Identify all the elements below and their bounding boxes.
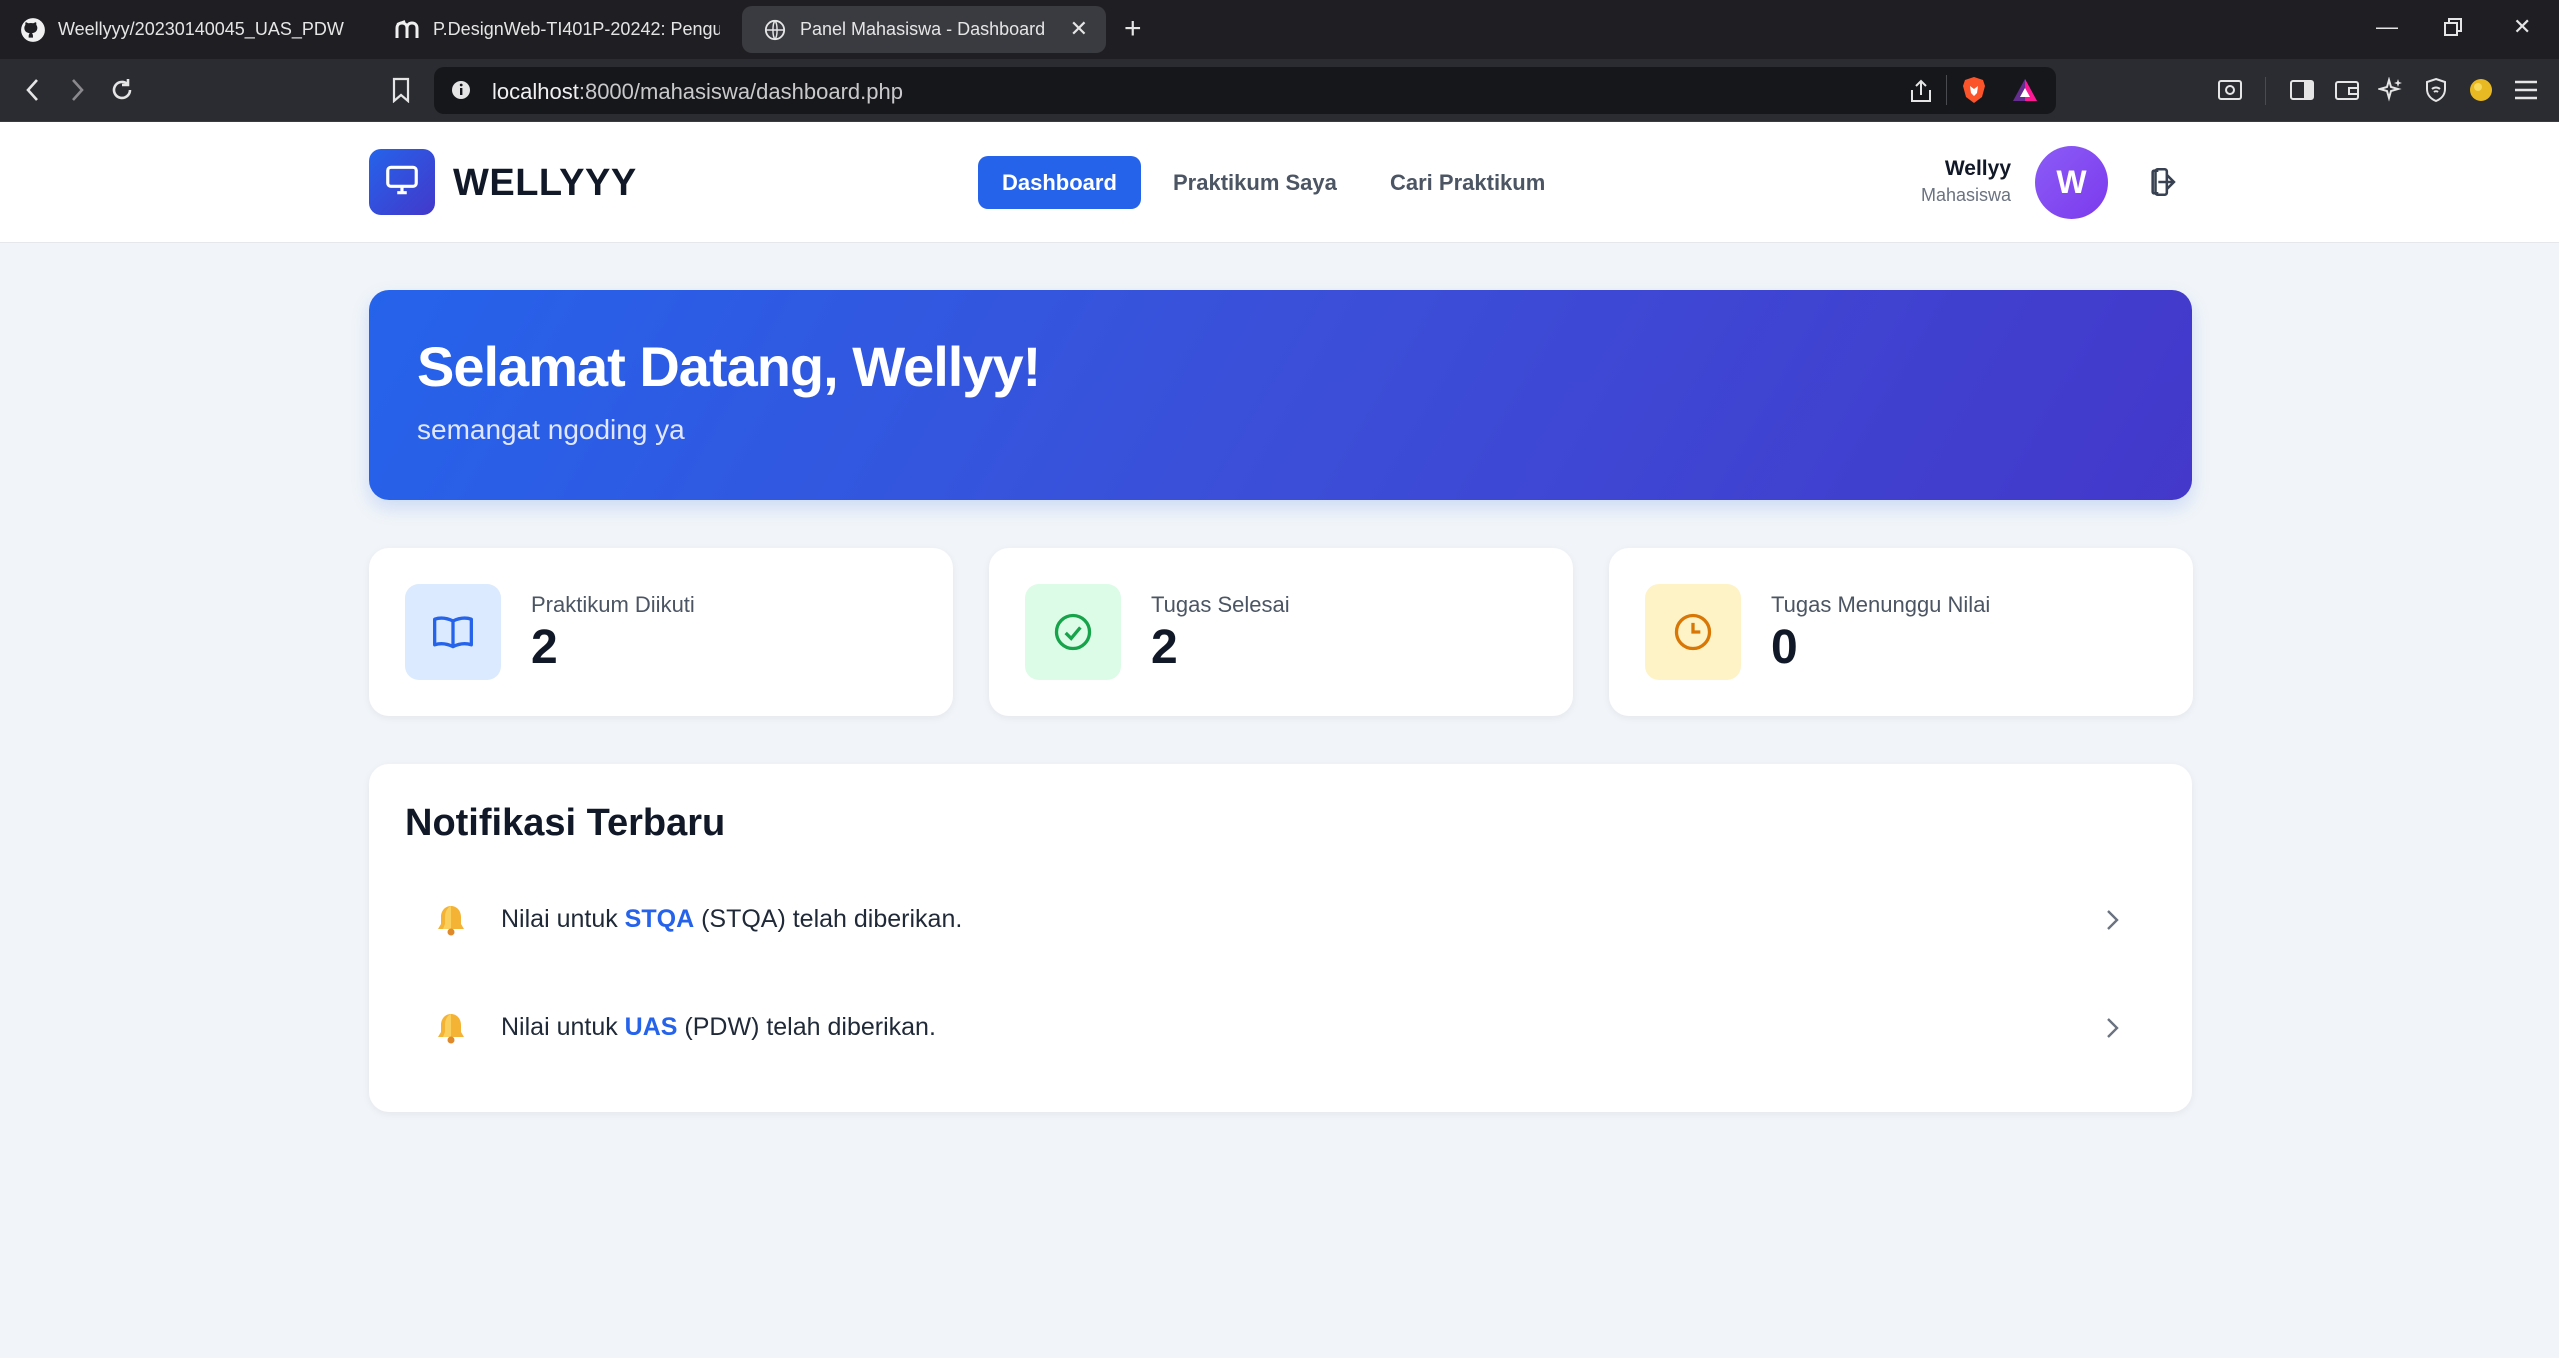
stat-card-tugas-selesai: Tugas Selesai 2 [989, 548, 1573, 716]
reader-mode-icon[interactable] [2215, 75, 2245, 105]
logout-button[interactable] [2144, 164, 2184, 204]
forward-icon[interactable] [60, 73, 94, 107]
browser-tab-github[interactable]: Weellyyy/20230140045_UAS_PDW [0, 6, 360, 53]
stat-card-praktikum-diikuti: Praktikum Diikuti 2 [369, 548, 953, 716]
tab-title: Panel Mahasiswa - Dashboard [800, 19, 1046, 39]
browser-tab-dashboard[interactable]: Panel Mahasiswa - Dashboard ✕ [742, 6, 1106, 53]
stat-value: 2 [1151, 621, 1178, 674]
welcome-banner: Selamat Datang, Wellyy! semangat ngoding… [369, 290, 2192, 500]
user-role: Mahasiswa [1920, 185, 2011, 205]
menu-icon[interactable] [2511, 75, 2541, 105]
sidebar-icon[interactable] [2287, 75, 2317, 105]
new-tab-button[interactable]: + [1124, 12, 1142, 46]
user-name: Wellyy [1944, 157, 2011, 180]
stat-card-tugas-menunggu-nilai: Tugas Menunggu Nilai 0 [1609, 548, 2193, 716]
minimize-icon[interactable]: — [2376, 14, 2398, 40]
brand-name[interactable]: WELLYYY [453, 162, 637, 205]
bell-icon [433, 1010, 469, 1046]
divider [1946, 75, 1947, 105]
stat-value: 0 [1771, 621, 1798, 674]
wallet-icon[interactable] [2332, 75, 2362, 105]
notifications-title: Notifikasi Terbaru [405, 802, 726, 844]
bell-icon [433, 902, 469, 938]
stat-label: Tugas Selesai [1151, 592, 1290, 617]
browser-tab-bar: Weellyyy/20230140045_UAS_PDW P.DesignWeb… [0, 0, 2559, 59]
logout-icon [2147, 165, 2181, 204]
stat-label: Praktikum Diikuti [531, 592, 695, 617]
notification-item[interactable]: Nilai untuk STQA (STQA) telah diberikan. [405, 874, 2156, 966]
clock-icon [1645, 584, 1741, 680]
site-header: WELLYYY Dashboard Praktikum Saya Cari Pr… [0, 122, 2559, 243]
back-icon[interactable] [16, 73, 50, 107]
monitor-icon [383, 161, 421, 204]
tab-title: P.DesignWeb-TI401P-20242: Pengum [433, 19, 720, 39]
globe-icon [762, 17, 788, 43]
notification-item[interactable]: Nilai untuk UAS (PDW) telah diberikan. [405, 982, 2156, 1074]
notification-text: Nilai untuk STQA (STQA) telah diberikan. [501, 905, 963, 933]
close-tab-icon[interactable]: ✕ [1070, 16, 1088, 42]
welcome-title: Selamat Datang, Wellyy! [417, 335, 1041, 398]
notification-text: Nilai untuk UAS (PDW) telah diberikan. [501, 1013, 936, 1041]
profile-icon[interactable] [2466, 75, 2496, 105]
avatar[interactable]: W [2035, 146, 2108, 219]
moodle-icon [395, 17, 421, 43]
restore-icon[interactable] [2444, 16, 2462, 42]
close-window-icon[interactable]: ✕ [2513, 14, 2531, 40]
welcome-subtitle: semangat ngoding ya [417, 414, 685, 445]
url-text: localhost:8000/mahasiswa/dashboard.php [492, 79, 903, 104]
share-icon[interactable] [1908, 78, 1934, 109]
browser-tab-moodle[interactable]: P.DesignWeb-TI401P-20242: Pengum [375, 6, 720, 53]
github-icon [20, 17, 46, 43]
chevron-right-icon[interactable] [2100, 1012, 2124, 1044]
stat-label: Tugas Menunggu Nilai [1771, 592, 1991, 617]
check-circle-icon [1025, 584, 1121, 680]
nav-praktikum-saya[interactable]: Praktikum Saya [1149, 156, 1361, 209]
site-info-icon[interactable] [450, 79, 472, 106]
reload-icon[interactable] [105, 73, 139, 107]
nav-dashboard[interactable]: Dashboard [978, 156, 1141, 209]
brave-shields-icon[interactable] [1961, 76, 1987, 109]
book-open-icon [405, 584, 501, 680]
notifications-panel: Notifikasi Terbaru Nilai untuk STQA (STQ… [369, 764, 2192, 1112]
browser-toolbar: localhost:8000/mahasiswa/dashboard.php [0, 59, 2559, 122]
leo-ai-icon[interactable] [2376, 75, 2406, 105]
divider [2265, 77, 2266, 105]
tab-title: Weellyyy/20230140045_UAS_PDW [58, 19, 344, 39]
vpn-shield-icon[interactable] [2421, 75, 2451, 105]
nav-cari-praktikum[interactable]: Cari Praktikum [1366, 156, 1569, 209]
bookmark-icon[interactable] [384, 73, 418, 107]
address-bar[interactable]: localhost:8000/mahasiswa/dashboard.php [434, 67, 2056, 114]
stat-value: 2 [531, 621, 558, 674]
logo[interactable] [369, 149, 435, 215]
brave-rewards-icon[interactable] [2011, 77, 2039, 108]
chevron-right-icon[interactable] [2100, 904, 2124, 936]
